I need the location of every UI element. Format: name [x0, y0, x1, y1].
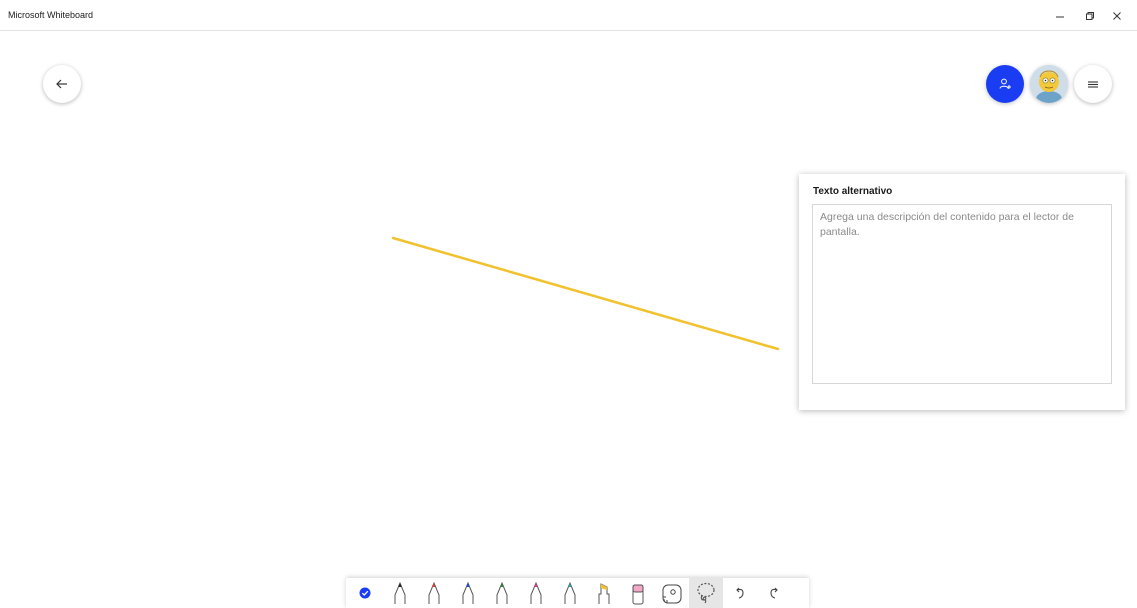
pen-icon — [564, 581, 576, 604]
pen-black-button[interactable] — [383, 578, 417, 608]
pen-green-button[interactable] — [485, 578, 519, 608]
ink-stroke[interactable] — [391, 236, 780, 351]
close-icon — [1113, 12, 1121, 20]
add-person-icon — [999, 78, 1011, 89]
pen-teal-button[interactable] — [553, 578, 587, 608]
select-tool-button[interactable] — [348, 578, 382, 608]
pen-icon — [394, 581, 406, 604]
undo-button[interactable] — [723, 578, 757, 608]
window-title: Microsoft Whiteboard — [8, 10, 94, 20]
lasso-icon — [697, 582, 715, 604]
pen-icon — [496, 581, 508, 604]
highlighter-button[interactable] — [587, 578, 621, 608]
inking-toolbar — [346, 578, 809, 608]
title-bar: Microsoft Whiteboard — [0, 0, 1137, 31]
arrow-left-icon — [56, 79, 67, 89]
restore-icon — [1086, 12, 1094, 20]
restore-button[interactable] — [1076, 6, 1104, 26]
undo-icon — [736, 587, 744, 599]
ruler-button[interactable] — [655, 578, 689, 608]
redo-button[interactable] — [757, 578, 791, 608]
invite-button[interactable] — [986, 65, 1024, 103]
user-avatar[interactable] — [1030, 65, 1068, 103]
ruler-icon — [662, 584, 682, 604]
minimize-icon — [1056, 16, 1064, 18]
alt-text-input[interactable] — [812, 204, 1112, 384]
pen-red-button[interactable] — [417, 578, 451, 608]
pen-pink-button[interactable] — [519, 578, 553, 608]
pen-icon — [428, 581, 440, 604]
eraser-button[interactable] — [621, 578, 655, 608]
pen-icon — [530, 581, 542, 604]
back-button[interactable] — [43, 65, 81, 103]
avatar-image — [1030, 65, 1068, 103]
alt-text-panel: Texto alternativo — [799, 174, 1125, 410]
minimize-button[interactable] — [1046, 6, 1074, 26]
redo-icon — [770, 587, 778, 599]
alt-text-title: Texto alternativo — [813, 186, 893, 197]
lasso-button[interactable] — [689, 578, 723, 608]
close-button[interactable] — [1103, 6, 1131, 26]
whiteboard-window: Microsoft Whiteboard Texto alternativo A… — [0, 0, 1137, 608]
eraser-icon — [632, 584, 644, 605]
hamburger-icon — [1088, 81, 1098, 88]
pen-blue-button[interactable] — [451, 578, 485, 608]
menu-button[interactable] — [1074, 65, 1112, 103]
highlighter-icon — [598, 583, 610, 604]
check-circle-icon — [359, 587, 371, 599]
pen-icon — [462, 581, 474, 604]
